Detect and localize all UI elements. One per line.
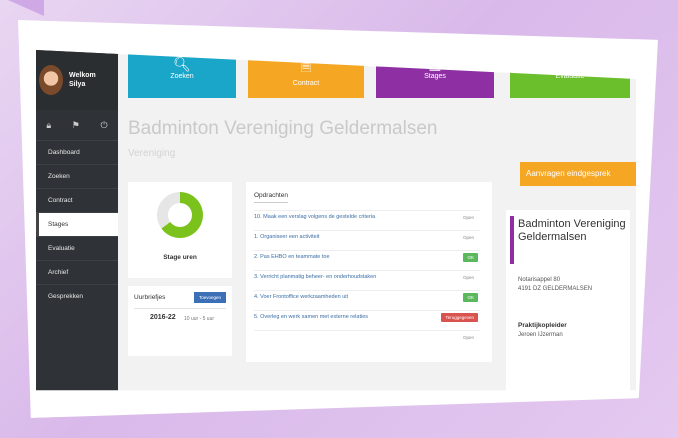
task-row[interactable]: 4. Voer Frontoffice werkzaamheden uit OK: [254, 290, 480, 305]
tab-opdrachten[interactable]: Opdrachten: [254, 192, 288, 203]
tile-label: Zoeken: [170, 73, 194, 80]
task-row[interactable]: 10. Maak een verslag volgens de gestelde…: [254, 210, 480, 225]
sidebar-item-gesprekken[interactable]: Gesprekken: [36, 284, 118, 308]
page-subtitle: Vereniging: [128, 148, 176, 159]
timesheets-title: Uurbriefjes: [134, 294, 166, 301]
divider: [134, 308, 226, 309]
sidebar: Welkom Silya 🔒︎ ⚑ ⏻ Dashboard Zoeken Con…: [36, 50, 118, 391]
status-badge: Open: [458, 333, 478, 342]
stage-hours-donut: [157, 192, 203, 238]
user-name: Silya: [69, 81, 86, 88]
task-row[interactable]: Open: [254, 330, 480, 345]
status-badge: Teruggegeven: [441, 313, 478, 322]
task-text[interactable]: 4. Voer Frontoffice werkzaamheden uit: [254, 294, 348, 300]
task-text[interactable]: 1. Organiseer een activiteit: [254, 234, 319, 240]
status-badge: Open: [458, 213, 478, 222]
stage-hours-label: Stage uren: [163, 254, 197, 261]
sidebar-item-zoeken[interactable]: Zoeken: [36, 164, 118, 188]
avatar: [39, 65, 63, 95]
sidebar-item-evaluatie[interactable]: Evaluatie: [36, 236, 118, 260]
flag-icon[interactable]: ⚑: [72, 120, 80, 131]
status-badge: Open: [458, 273, 478, 282]
welcome-text: Welkom Silya: [69, 71, 96, 89]
timesheet-year: 2016-22: [150, 314, 176, 321]
stage-hours-card: Stage uren: [128, 182, 232, 278]
task-text[interactable]: 2. Pas EHBO en teammate toe: [254, 254, 330, 260]
tile-label: Contract: [292, 80, 320, 87]
sidebar-item-contract[interactable]: Contract: [36, 188, 118, 212]
organisation-name: Badminton Vereniging Geldermalsen: [518, 218, 626, 243]
task-row[interactable]: 1. Organiseer een activiteit Open: [254, 230, 480, 245]
task-text[interactable]: 5. Overleg en werk samen met externe rel…: [254, 314, 368, 320]
status-badge: Open: [458, 233, 478, 242]
supervisor-role: Praktijkopleider: [518, 322, 567, 329]
address-line-1: Notarisappel 80: [518, 277, 561, 283]
sidebar-item-dashboard[interactable]: Dashboard: [36, 140, 118, 164]
accent-bar: [510, 216, 514, 264]
assignments-card: Opdrachten 10. Maak een verslag volgens …: [246, 182, 492, 362]
power-icon[interactable]: ⏻: [101, 120, 108, 131]
sidebar-item-stages[interactable]: Stages: [36, 212, 118, 236]
request-final-interview-button[interactable]: Aanvragen eindgesprek: [520, 162, 636, 186]
task-text[interactable]: 10. Maak een verslag volgens de gestelde…: [254, 214, 375, 220]
status-badge: OK: [463, 253, 478, 262]
timesheets-card: Uurbriefjes Toevoegen 2016-22 10 uur - 5…: [128, 286, 232, 356]
timesheet-time: 10 uur - 5 uur: [184, 316, 215, 322]
tile-label: Stages: [424, 73, 446, 80]
add-timesheet-button[interactable]: Toevoegen: [194, 292, 226, 303]
task-row[interactable]: 3. Verricht planmatig beheer- en onderho…: [254, 270, 480, 285]
lock-icon[interactable]: 🔒︎: [46, 120, 51, 131]
task-row[interactable]: 2. Pas EHBO en teammate toe OK: [254, 250, 480, 265]
page-title: Badminton Vereniging Geldermalsen: [128, 118, 438, 139]
supervisor-name: Jeroen IJzerman: [518, 332, 563, 338]
sidebar-item-archief[interactable]: Archief: [36, 260, 118, 284]
decorative-corner: [8, 0, 44, 16]
user-actions: 🔒︎ ⚑ ⏻: [36, 110, 118, 140]
main-content: 🔍︎ Zoeken 🗎 Contract ▥ Stages ☑ Evaluati…: [118, 50, 636, 391]
task-text[interactable]: 3. Verricht planmatig beheer- en onderho…: [254, 274, 376, 280]
task-row[interactable]: 5. Overleg en werk samen met externe rel…: [254, 310, 480, 325]
app-window: Welkom Silya 🔒︎ ⚑ ⏻ Dashboard Zoeken Con…: [36, 50, 636, 391]
status-badge: OK: [463, 293, 478, 302]
user-panel: Welkom Silya: [36, 50, 118, 110]
organisation-address: Notarisappel 80 4191 DZ GELDERMALSEN: [518, 276, 592, 294]
organisation-card: Badminton Vereniging Geldermalsen Notari…: [506, 210, 630, 391]
welcome-label: Welkom: [69, 72, 96, 79]
address-line-2: 4191 DZ GELDERMALSEN: [518, 286, 593, 292]
